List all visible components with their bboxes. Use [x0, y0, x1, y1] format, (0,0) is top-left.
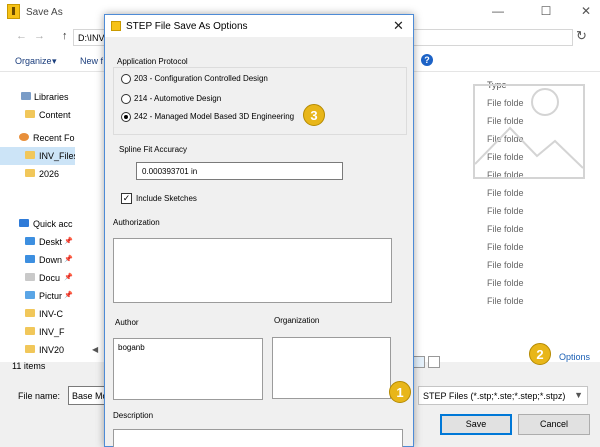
nav-item-recent-folders[interactable]: Recent Fo: [0, 129, 75, 147]
mountain-shape: [475, 126, 583, 169]
folder-icon: [25, 110, 35, 118]
description-field[interactable]: [113, 429, 403, 447]
file-name-label: File name:: [18, 391, 61, 401]
folder-icon: [25, 151, 35, 159]
pin-icon: 📌: [64, 274, 73, 281]
list-item[interactable]: File folde: [487, 260, 524, 270]
chevron-down-icon: ▼: [574, 390, 583, 400]
pin-icon: 📌: [64, 256, 73, 263]
folder-icon: [25, 345, 35, 353]
close-icon[interactable]: ✕: [393, 18, 404, 34]
callout-badge-1: 1: [389, 381, 411, 403]
radio-icon[interactable]: [121, 74, 131, 84]
list-item[interactable]: File folde: [487, 242, 524, 252]
nav-item-inv-c[interactable]: INV-C: [0, 305, 75, 323]
star-icon: [19, 219, 29, 227]
file-type-dropdown[interactable]: STEP Files (*.stp;*.ste;*.step;*.stpz) ▼: [418, 386, 588, 405]
nav-item-quick-access[interactable]: Quick acc: [0, 215, 75, 233]
radio-selected-icon[interactable]: [121, 112, 131, 122]
nav-item-downloads[interactable]: Down 📌: [0, 251, 75, 269]
include-sketches-label: Include Sketches: [136, 194, 197, 203]
step-options-dialog: STEP File Save As Options ✕ Application …: [104, 14, 414, 447]
folder-icon: [25, 327, 35, 335]
organization-label: Organization: [274, 316, 320, 325]
options-link[interactable]: Options: [559, 352, 590, 362]
callout-badge-2: 2: [529, 343, 551, 365]
list-item[interactable]: File folde: [487, 296, 524, 306]
pin-icon: 📌: [64, 292, 73, 299]
new-folder-button[interactable]: New f: [80, 56, 103, 66]
close-icon[interactable]: ✕: [578, 4, 594, 18]
details-view-icon[interactable]: [413, 356, 425, 368]
folder-icon: [25, 309, 35, 317]
dialog-app-icon: [111, 21, 121, 31]
author-field[interactable]: boganb: [113, 338, 263, 400]
pictures-icon: [25, 291, 35, 299]
spline-fit-accuracy-value: 0.000393701 in: [142, 167, 198, 176]
nav-item-desktop[interactable]: Deskt 📌: [0, 233, 75, 251]
list-item[interactable]: File folde: [487, 224, 524, 234]
file-type-value: STEP Files (*.stp;*.ste;*.step;*.stpz): [423, 391, 566, 401]
help-icon[interactable]: ?: [421, 54, 433, 66]
cancel-button[interactable]: Cancel: [518, 414, 590, 435]
item-count: 11 items: [12, 361, 46, 371]
minimize-icon[interactable]: —: [490, 4, 506, 18]
dialog-title: STEP File Save As Options: [126, 21, 248, 32]
author-value: boganb: [118, 343, 145, 352]
preview-pane: [471, 80, 591, 190]
pin-icon: 📌: [64, 238, 73, 245]
file-name-value: Base Mo: [72, 391, 108, 401]
downloads-icon: [25, 255, 35, 263]
up-arrow-icon[interactable]: ↑: [62, 30, 68, 42]
organize-dropdown-icon: ▾: [52, 56, 57, 66]
list-item[interactable]: File folde: [487, 278, 524, 288]
nav-item-pictures[interactable]: Pictur 📌: [0, 287, 75, 305]
callout-badge-3: 3: [303, 104, 325, 126]
organize-button[interactable]: Organize: [15, 56, 52, 66]
include-sketches-checkbox[interactable]: ✓: [121, 193, 132, 204]
dialog-titlebar: STEP File Save As Options ✕: [105, 15, 413, 37]
list-item[interactable]: File folde: [487, 206, 524, 216]
organization-field[interactable]: [272, 337, 391, 399]
nav-item-content[interactable]: Content: [0, 106, 75, 124]
scroll-left-icon[interactable]: ◀: [92, 345, 98, 354]
nav-item-inv20[interactable]: INV20: [0, 341, 75, 359]
save-as-title: Save As: [26, 7, 63, 18]
libraries-icon: [21, 92, 31, 100]
file-name-field[interactable]: Base Mo: [68, 386, 108, 405]
navigation-pane: Libraries Content Recent Fo INV_Files 20…: [0, 72, 75, 362]
nav-item-inv-files[interactable]: INV_Files: [0, 147, 75, 165]
back-arrow-icon[interactable]: ←: [16, 30, 27, 42]
large-icons-view-icon[interactable]: [428, 356, 440, 368]
radio-icon[interactable]: [121, 94, 131, 104]
save-button[interactable]: Save: [440, 414, 512, 435]
authorization-label: Authorization: [113, 218, 160, 227]
recent-folders-icon: [19, 133, 29, 141]
authorization-field[interactable]: [113, 238, 392, 303]
application-protocol-label: Application Protocol: [117, 57, 188, 66]
address-path: D:\INV: [78, 33, 105, 43]
image-placeholder-icon: [473, 84, 585, 179]
nav-item-inv-f[interactable]: INV_F: [0, 323, 75, 341]
nav-item-documents[interactable]: Docu 📌: [0, 269, 75, 287]
description-label: Description: [113, 411, 154, 420]
spline-fit-accuracy-label: Spline Fit Accuracy: [119, 145, 188, 154]
inventor-app-icon: [7, 4, 20, 19]
forward-arrow-icon[interactable]: →: [34, 30, 45, 42]
spline-fit-accuracy-input[interactable]: 0.000393701 in: [136, 162, 343, 180]
refresh-icon[interactable]: ↻: [576, 28, 587, 44]
folder-icon: [25, 169, 35, 177]
maximize-icon[interactable]: ☐: [538, 4, 554, 18]
documents-icon: [25, 273, 35, 281]
author-label: Author: [115, 318, 139, 327]
nav-item-libraries[interactable]: Libraries: [0, 88, 75, 106]
desktop-icon: [25, 237, 35, 245]
nav-item-2026[interactable]: 2026: [0, 165, 75, 183]
